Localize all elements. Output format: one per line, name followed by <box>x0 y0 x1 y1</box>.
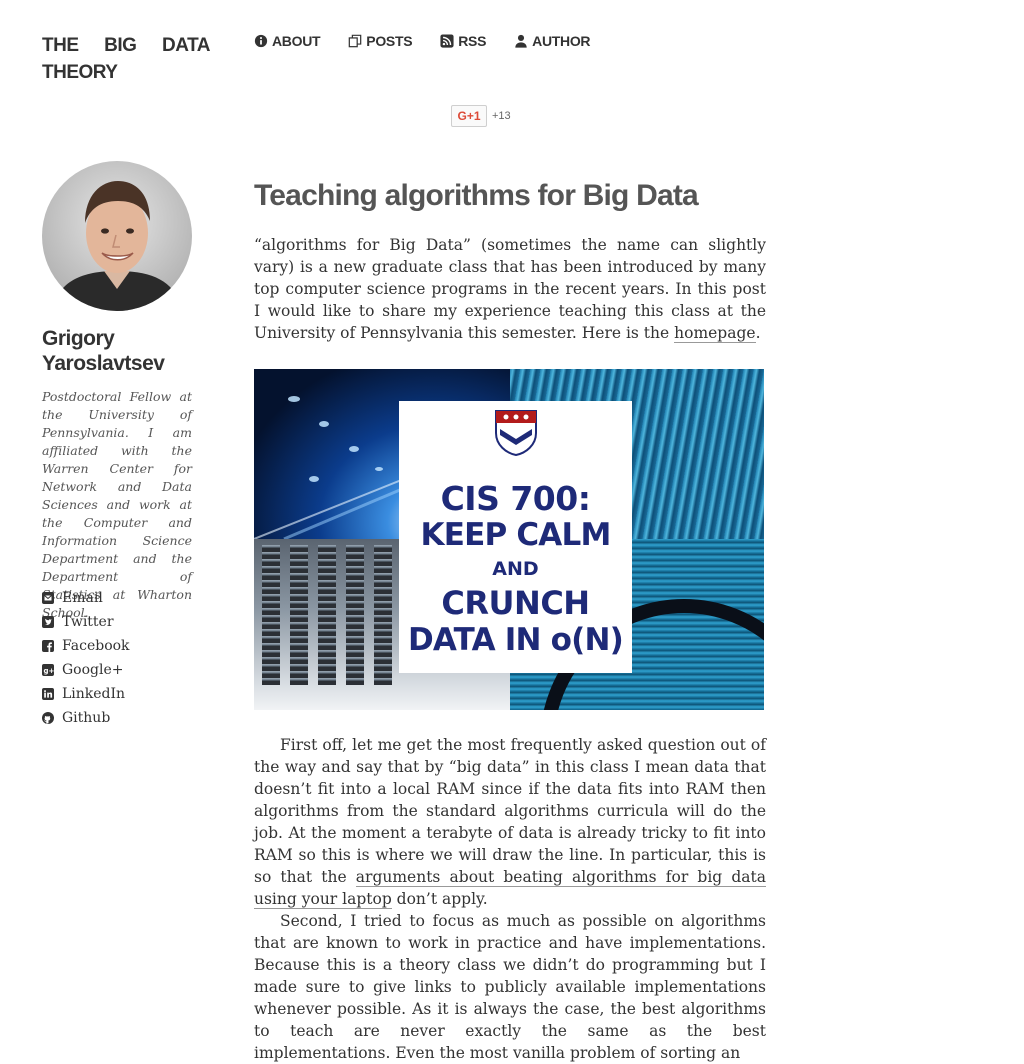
email-icon <box>42 592 54 604</box>
social-google-plus[interactable]: g+ Google+ <box>42 658 130 682</box>
nav-rss-label: RSS <box>458 33 487 49</box>
homepage-link[interactable]: homepage <box>674 324 756 343</box>
nav-posts[interactable]: POSTS <box>348 33 413 49</box>
paragraph-text-end: don’t apply. <box>391 890 488 908</box>
banner-poster: CIS 700: KEEP CALM AND CRUNCH DATA IN o(… <box>399 401 632 673</box>
social-twitter[interactable]: Twitter <box>42 610 130 634</box>
social-facebook[interactable]: Facebook <box>42 634 130 658</box>
social-twitter-label: Twitter <box>62 614 114 630</box>
social-linkedin[interactable]: LinkedIn <box>42 682 130 706</box>
twitter-icon <box>42 616 54 628</box>
nav-about-label: ABOUT <box>272 33 321 49</box>
main-nav: ABOUT POSTS RSS AUTHOR <box>254 33 591 49</box>
banner-line-5: DATA IN o(N) <box>407 622 624 658</box>
banner-line-1: CIS 700: <box>440 479 591 518</box>
banner-line-4: CRUNCH <box>441 584 590 622</box>
course-banner-image: CIS 700: KEEP CALM AND CRUNCH DATA IN o(… <box>254 369 764 710</box>
author-photo <box>42 161 192 311</box>
site-title-word: DATA <box>162 35 210 56</box>
user-icon <box>515 34 527 48</box>
github-icon <box>42 712 54 724</box>
nav-author[interactable]: AUTHOR <box>514 33 591 49</box>
author-name: Grigory Yaroslavtsev <box>42 327 165 375</box>
facebook-icon <box>42 640 54 652</box>
nav-rss[interactable]: RSS <box>440 33 486 49</box>
nav-about[interactable]: ABOUT <box>254 33 321 49</box>
post-paragraph: First off, let me get the most frequentl… <box>254 734 766 910</box>
social-linkedin-label: LinkedIn <box>62 686 126 702</box>
site-title-word: THEORY <box>42 62 118 83</box>
banner-line-2: KEEP CALM <box>420 517 611 553</box>
banner-line-3: AND <box>492 558 539 580</box>
social-github[interactable]: Github <box>42 706 130 730</box>
social-facebook-label: Facebook <box>62 638 130 654</box>
site-title-word: BIG <box>104 35 137 56</box>
penn-shield-icon <box>494 410 537 457</box>
google-plus-icon: g+ <box>42 664 54 676</box>
social-links: Email Twitter Facebook g+ Google+ Linked… <box>42 586 130 730</box>
post-body: “algorithms for Big Data” (sometimes the… <box>254 234 766 1064</box>
rss-icon <box>440 34 454 48</box>
gplus-count: +13 <box>492 110 511 122</box>
social-google-plus-label: Google+ <box>62 662 124 678</box>
intro-text-end: . <box>755 324 761 342</box>
paragraph-text: First off, let me get the most frequentl… <box>254 736 766 886</box>
gplus-button[interactable]: G+1 <box>451 105 487 127</box>
site-title-word: THE <box>42 35 79 56</box>
posts-icon <box>348 34 362 48</box>
nav-author-label: AUTHOR <box>532 33 591 49</box>
svg-text:g+: g+ <box>44 667 55 675</box>
gplus-widget: G+1 +13 <box>451 105 511 127</box>
post-intro: “algorithms for Big Data” (sometimes the… <box>254 234 766 344</box>
nav-posts-label: POSTS <box>366 33 413 49</box>
social-email[interactable]: Email <box>42 586 130 610</box>
linkedin-icon <box>42 688 54 700</box>
avatar <box>42 161 192 311</box>
social-email-label: Email <box>62 590 103 606</box>
post-paragraph: Second, I tried to focus as much as poss… <box>254 912 766 1062</box>
info-icon <box>254 34 268 48</box>
social-github-label: Github <box>62 710 111 726</box>
site-title[interactable]: THE BIG DATA THEORY <box>42 32 210 86</box>
post-title: Teaching algorithms for Big Data <box>254 179 699 212</box>
